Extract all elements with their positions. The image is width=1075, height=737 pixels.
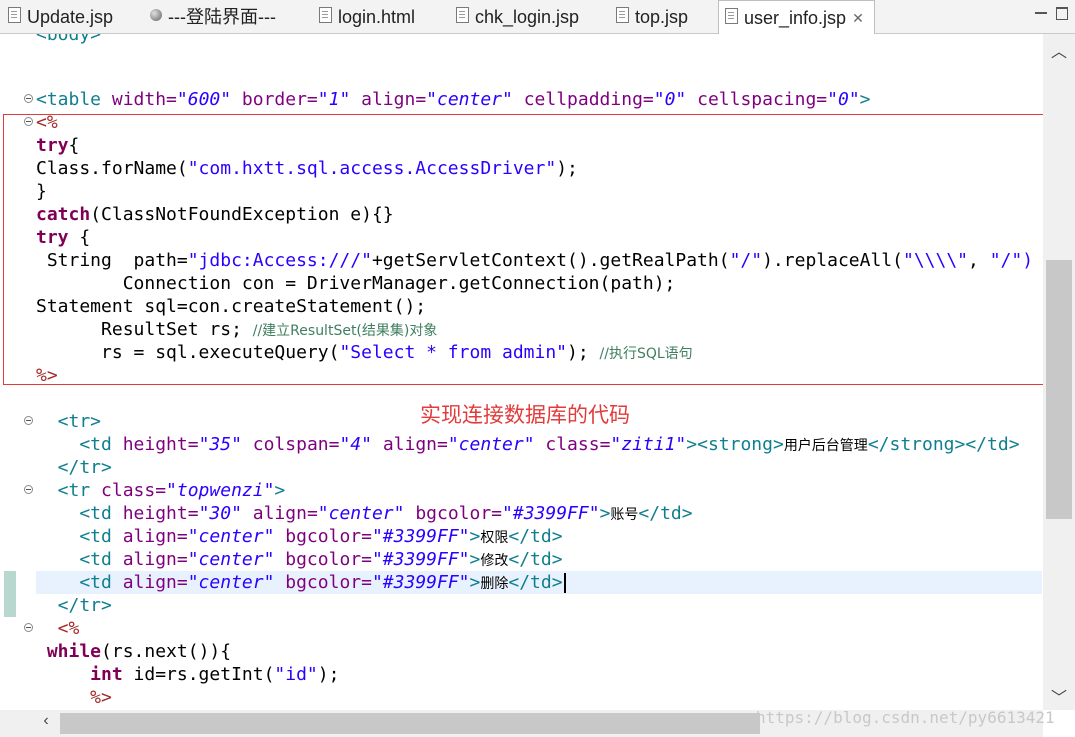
code-line: </tr> (36, 457, 112, 478)
tab-user-info-jsp[interactable]: user_info.jsp ✕ (718, 0, 875, 34)
code-line: <table width="600" border="1" align="cen… (36, 89, 871, 110)
tab-login-html[interactable]: login.html (319, 0, 415, 33)
scroll-down-icon[interactable]: ﹀ (1049, 684, 1069, 708)
fold-collapse-icon[interactable] (24, 485, 33, 494)
code-line: <tr class="topwenzi"> (36, 480, 286, 501)
horizontal-scroll-thumb[interactable] (60, 713, 760, 734)
code-line: <body> (36, 34, 102, 45)
code-line: %> (36, 687, 112, 708)
code-line: <% (36, 618, 80, 639)
file-icon (616, 7, 629, 24)
annotation-label: 实现连接数据库的代码 (420, 403, 630, 427)
file-icon (456, 7, 469, 24)
fold-collapse-icon[interactable] (24, 94, 33, 103)
code-line-current: <td align="center" bgcolor="#3399FF">删除<… (36, 571, 566, 594)
file-icon (725, 8, 738, 25)
code-line: <td height="30" align="center" bgcolor="… (36, 503, 693, 524)
tab-label: Update.jsp (27, 6, 114, 27)
code-line: <td align="center" bgcolor="#3399FF">修改<… (36, 549, 563, 570)
code-line: <td align="center" bgcolor="#3399FF">权限<… (36, 526, 563, 547)
close-tab-icon[interactable]: ✕ (852, 10, 864, 26)
tab-update-jsp[interactable]: Update.jsp (8, 0, 113, 33)
code-line: while(rs.next()){ (36, 641, 232, 662)
fold-collapse-icon[interactable] (24, 416, 33, 425)
maximize-icon[interactable] (1055, 6, 1069, 20)
code-line: <tr> (36, 411, 102, 432)
tab-label: top.jsp (635, 6, 689, 27)
scroll-up-icon[interactable]: ︿ (1049, 38, 1069, 62)
file-icon (8, 7, 21, 24)
highlight-box (3, 114, 1050, 385)
fold-collapse-icon[interactable] (24, 623, 33, 632)
file-icon (319, 7, 332, 24)
scroll-left-icon[interactable]: ‹ (36, 712, 56, 730)
tab-label: login.html (338, 6, 416, 27)
tab-label: ---登陆界面--- (168, 6, 276, 27)
text-caret (563, 573, 566, 593)
tab-login-page[interactable]: ---登陆界面--- (150, 0, 276, 33)
vertical-scroll-thumb[interactable] (1046, 260, 1072, 519)
globe-icon (150, 9, 162, 22)
editor-tab-bar: Update.jsp ---登陆界面--- login.html chk_log… (0, 0, 1075, 34)
code-line: <td height="35" colspan="4" align="cente… (36, 434, 1020, 455)
tab-label: user_info.jsp (744, 7, 847, 28)
tab-top-jsp[interactable]: top.jsp (616, 0, 688, 33)
tab-chk-login-jsp[interactable]: chk_login.jsp (456, 0, 579, 33)
minimize-icon[interactable] (1034, 6, 1048, 20)
watermark: https://blog.csdn.net/py6613421 (756, 708, 1055, 727)
code-line: </tr> (36, 595, 112, 616)
code-line: int id=rs.getInt("id"); (36, 664, 340, 685)
tab-label: chk_login.jsp (475, 6, 580, 27)
change-marker (4, 571, 16, 617)
